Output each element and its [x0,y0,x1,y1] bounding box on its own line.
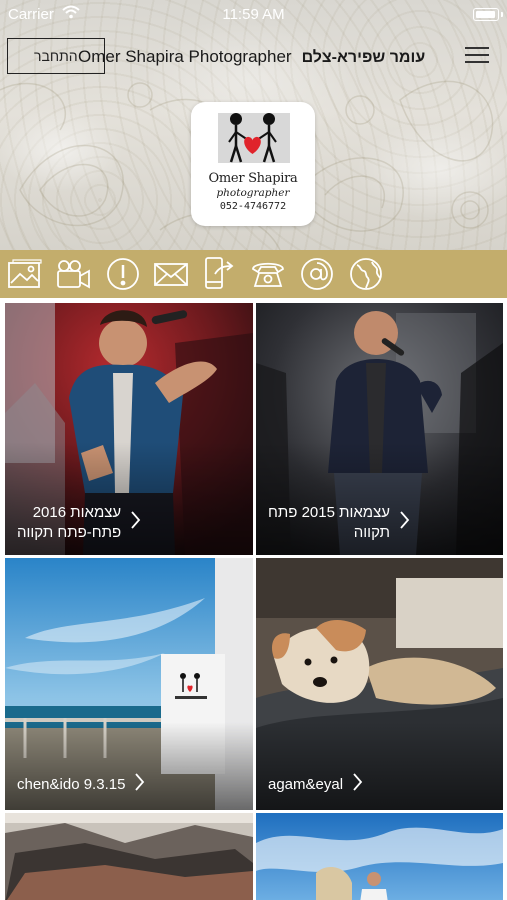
chevron-right-icon [131,510,141,536]
gallery-item[interactable]: עצמאות 2016 פתח-פתח תקווה [5,303,253,555]
gallery-caption: עצמאות 2016 פתח-פתח תקווה [17,503,141,543]
gallery-photo [5,813,253,900]
logo-card: Omer Shapira photographer 052-4746772 [191,102,315,226]
video-icon[interactable] [56,256,92,292]
gallery-caption: agam&eyal [268,772,363,798]
logo-subtitle: photographer [216,187,290,199]
gallery-item[interactable] [256,813,503,900]
battery-icon [473,8,503,21]
page-title: Omer Shapira Photographer עומר שפירא-צלם [78,47,438,67]
share-icon[interactable] [201,256,237,292]
icon-toolbar [0,250,507,298]
gallery-photo [256,813,503,900]
gallery-item[interactable]: agam&eyal [256,558,503,810]
chevron-right-icon [400,510,410,536]
gallery-grid: עצמאות 2016פתח-פתח תקווה עצמאות 2015 פת [0,298,507,900]
page-title-hebrew: עומר שפירא-צלם [301,49,426,66]
logo-name: Omer Shapira [208,171,298,186]
clock: 11:59 AM [222,6,285,23]
mail-icon[interactable] [153,256,189,292]
header-banner: Carrier 11:59 AM התחבר Omer Shapira Phot… [0,0,507,250]
chevron-right-icon [135,772,145,798]
nav-row: התחבר Omer Shapira Photographer עומר שפיר… [0,36,507,76]
page-title-english: Omer Shapira Photographer [78,47,292,66]
gallery-caption: chen&ido 9.3.15 [17,772,145,798]
gallery-icon[interactable] [7,256,43,292]
gallery-item[interactable] [5,813,253,900]
globe-icon[interactable] [348,256,384,292]
gallery-item[interactable]: עצמאות 2015 פתח תקווה [256,303,503,555]
hamburger-menu-icon[interactable] [465,45,489,65]
chevron-right-icon [353,772,363,798]
status-bar: Carrier 11:59 AM [0,0,507,30]
gallery-item[interactable]: chen&ido 9.3.15 [5,558,253,810]
at-icon[interactable] [299,256,335,292]
info-icon[interactable] [105,256,141,292]
logo-phone: 052-4746772 [219,201,287,212]
phone-icon[interactable] [250,256,286,292]
gallery-caption: עצמאות 2015 פתח תקווה [268,503,410,543]
